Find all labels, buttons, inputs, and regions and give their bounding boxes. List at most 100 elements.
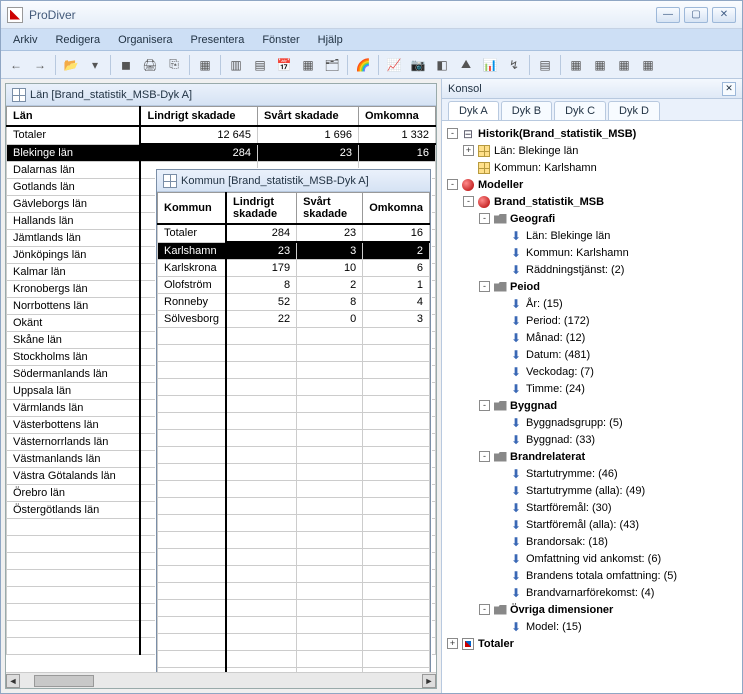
table-row[interactable]: Totaler2842316 (158, 224, 430, 242)
kommun-panel-header[interactable]: Kommun [Brand_statistik_MSB-Dyk A] (157, 170, 430, 192)
toolbar-button-10[interactable]: 📅 (273, 54, 295, 76)
table-row[interactable]: Ronneby5284 (158, 294, 430, 311)
tree-node[interactable]: ⬇Veckodag: (7) (444, 363, 740, 380)
tree-node[interactable]: ⬇Datum: (481) (444, 346, 740, 363)
toolbar-button-3[interactable]: ▾ (84, 54, 106, 76)
tab-dyk-b[interactable]: Dyk B (501, 101, 552, 120)
tree-node[interactable]: -Peiod (444, 278, 740, 295)
table-row[interactable]: Karlshamn2332 (158, 242, 430, 260)
konsol-close-icon[interactable]: ✕ (722, 82, 736, 96)
col-header[interactable]: Omkomna (358, 107, 435, 127)
tree-node[interactable]: ⬇Startutrymme: (46) (444, 465, 740, 482)
toolbar-button-24[interactable]: ▦ (637, 54, 659, 76)
tree-node[interactable]: -Modeller (444, 176, 740, 193)
toolbar-button-19[interactable]: ↯ (503, 54, 525, 76)
collapse-icon[interactable]: - (479, 451, 490, 462)
toolbar-button-20[interactable]: ▤ (534, 54, 556, 76)
kommun-table[interactable]: KommunLindrigt skadadeSvårt skadadeOmkom… (157, 192, 430, 689)
toolbar-button-1[interactable]: → (29, 54, 51, 76)
menu-arkiv[interactable]: Arkiv (5, 32, 45, 48)
tree-node[interactable]: ⬇Model: (15) (444, 618, 740, 635)
tree-node[interactable]: ⬇Omfattning vid ankomst: (6) (444, 550, 740, 567)
col-header[interactable]: Svårt skadade (297, 193, 363, 225)
col-header[interactable]: Län (7, 107, 141, 127)
collapse-icon[interactable]: - (479, 604, 490, 615)
col-header[interactable]: Omkomna (363, 193, 430, 225)
tree-node[interactable]: ⬇Startutrymme (alla): (49) (444, 482, 740, 499)
tree-node[interactable]: ⬇Kommun: Karlshamn (444, 244, 740, 261)
collapse-icon[interactable]: - (447, 128, 458, 139)
tree-node[interactable]: ⬇År: (15) (444, 295, 740, 312)
toolbar-button-17[interactable]: ⛰ (455, 54, 477, 76)
tree-node[interactable]: ⬇Timme: (24) (444, 380, 740, 397)
tree-node[interactable]: ⬇Brandorsak: (18) (444, 533, 740, 550)
menu-fönster[interactable]: Fönster (254, 32, 307, 48)
toolbar-button-23[interactable]: ▦ (613, 54, 635, 76)
toolbar-button-21[interactable]: ▦ (565, 54, 587, 76)
menu-redigera[interactable]: Redigera (47, 32, 108, 48)
tree-node[interactable]: -⊟Historik(Brand_statistik_MSB) (444, 125, 740, 142)
tree-node[interactable]: -Brand_statistik_MSB (444, 193, 740, 210)
tab-dyk-a[interactable]: Dyk A (448, 101, 499, 120)
toolbar-button-4[interactable]: ◼ (115, 54, 137, 76)
collapse-icon[interactable]: - (447, 179, 458, 190)
tab-dyk-d[interactable]: Dyk D (608, 101, 660, 120)
toolbar-button-8[interactable]: ▥ (225, 54, 247, 76)
toolbar-button-12[interactable]: 🗂 (321, 54, 343, 76)
toolbar-button-13[interactable]: 🌈 (352, 54, 374, 76)
tree-node[interactable]: -Geografi (444, 210, 740, 227)
maximize-button[interactable]: ▢ (684, 7, 708, 23)
minimize-button[interactable]: — (656, 7, 680, 23)
tree-node[interactable]: -Byggnad (444, 397, 740, 414)
toolbar-button-9[interactable]: ▤ (249, 54, 271, 76)
tree-node[interactable]: ⬇Brandvarnarförekomst: (4) (444, 584, 740, 601)
table-row[interactable]: Olofström821 (158, 277, 430, 294)
scroll-right-icon[interactable]: ► (422, 674, 436, 688)
tree-node[interactable]: ⬇Byggnad: (33) (444, 431, 740, 448)
toolbar-button-18[interactable]: 📊 (479, 54, 501, 76)
table-row[interactable]: Totaler12 6451 6961 332 (7, 126, 436, 144)
tab-dyk-c[interactable]: Dyk C (554, 101, 606, 120)
tree-node[interactable]: +Totaler (444, 635, 740, 652)
toolbar-button-2[interactable]: 📂 (60, 54, 82, 76)
col-header[interactable]: Svårt skadade (258, 107, 359, 127)
tree-node[interactable]: -Brandrelaterat (444, 448, 740, 465)
expand-icon[interactable]: + (463, 145, 474, 156)
tree-node[interactable]: ⬇Räddningstjänst: (2) (444, 261, 740, 278)
tree-node[interactable]: ⬇Startföremål: (30) (444, 499, 740, 516)
menu-hjälp[interactable]: Hjälp (310, 32, 351, 48)
h-scrollbar[interactable]: ◄ ► (6, 672, 436, 688)
tree-node[interactable]: ⬇Brandens totala omfattning: (5) (444, 567, 740, 584)
toolbar-button-5[interactable]: 🖨 (139, 54, 161, 76)
toolbar-button-11[interactable]: ▦ (297, 54, 319, 76)
scroll-left-icon[interactable]: ◄ (6, 674, 20, 688)
konsol-tree[interactable]: -⊟Historik(Brand_statistik_MSB)+Län: Ble… (442, 121, 742, 693)
scroll-thumb[interactable] (34, 675, 94, 687)
col-header[interactable]: Lindrigt skadade (226, 193, 297, 225)
toolbar-button-14[interactable]: 📈 (383, 54, 405, 76)
lan-panel-header[interactable]: Län [Brand_statistik_MSB-Dyk A] (6, 84, 436, 106)
tree-node[interactable]: -Övriga dimensioner (444, 601, 740, 618)
toolbar-button-22[interactable]: ▦ (589, 54, 611, 76)
toolbar-button-15[interactable]: 📷 (407, 54, 429, 76)
menu-presentera[interactable]: Presentera (183, 32, 253, 48)
tree-node[interactable]: ⬇Byggnadsgrupp: (5) (444, 414, 740, 431)
toolbar-button-16[interactable]: ◧ (431, 54, 453, 76)
toolbar-button-0[interactable]: ← (5, 54, 27, 76)
table-row[interactable]: Blekinge län2842316 (7, 144, 436, 162)
table-row[interactable]: Karlskrona179106 (158, 260, 430, 277)
col-header[interactable]: Kommun (158, 193, 227, 225)
tree-node[interactable]: ⬇Startföremål (alla): (43) (444, 516, 740, 533)
toolbar-button-7[interactable]: ▦ (194, 54, 216, 76)
collapse-icon[interactable]: - (479, 281, 490, 292)
menu-organisera[interactable]: Organisera (110, 32, 180, 48)
collapse-icon[interactable]: - (463, 196, 474, 207)
tree-node[interactable]: ⬇Månad: (12) (444, 329, 740, 346)
expand-icon[interactable]: + (447, 638, 458, 649)
tree-node[interactable]: ⬇Län: Blekinge län (444, 227, 740, 244)
table-row[interactable]: Sölvesborg2203 (158, 311, 430, 328)
collapse-icon[interactable]: - (479, 400, 490, 411)
col-header[interactable]: Lindrigt skadade (140, 107, 257, 127)
collapse-icon[interactable]: - (479, 213, 490, 224)
tree-node[interactable]: ⬇Period: (172) (444, 312, 740, 329)
